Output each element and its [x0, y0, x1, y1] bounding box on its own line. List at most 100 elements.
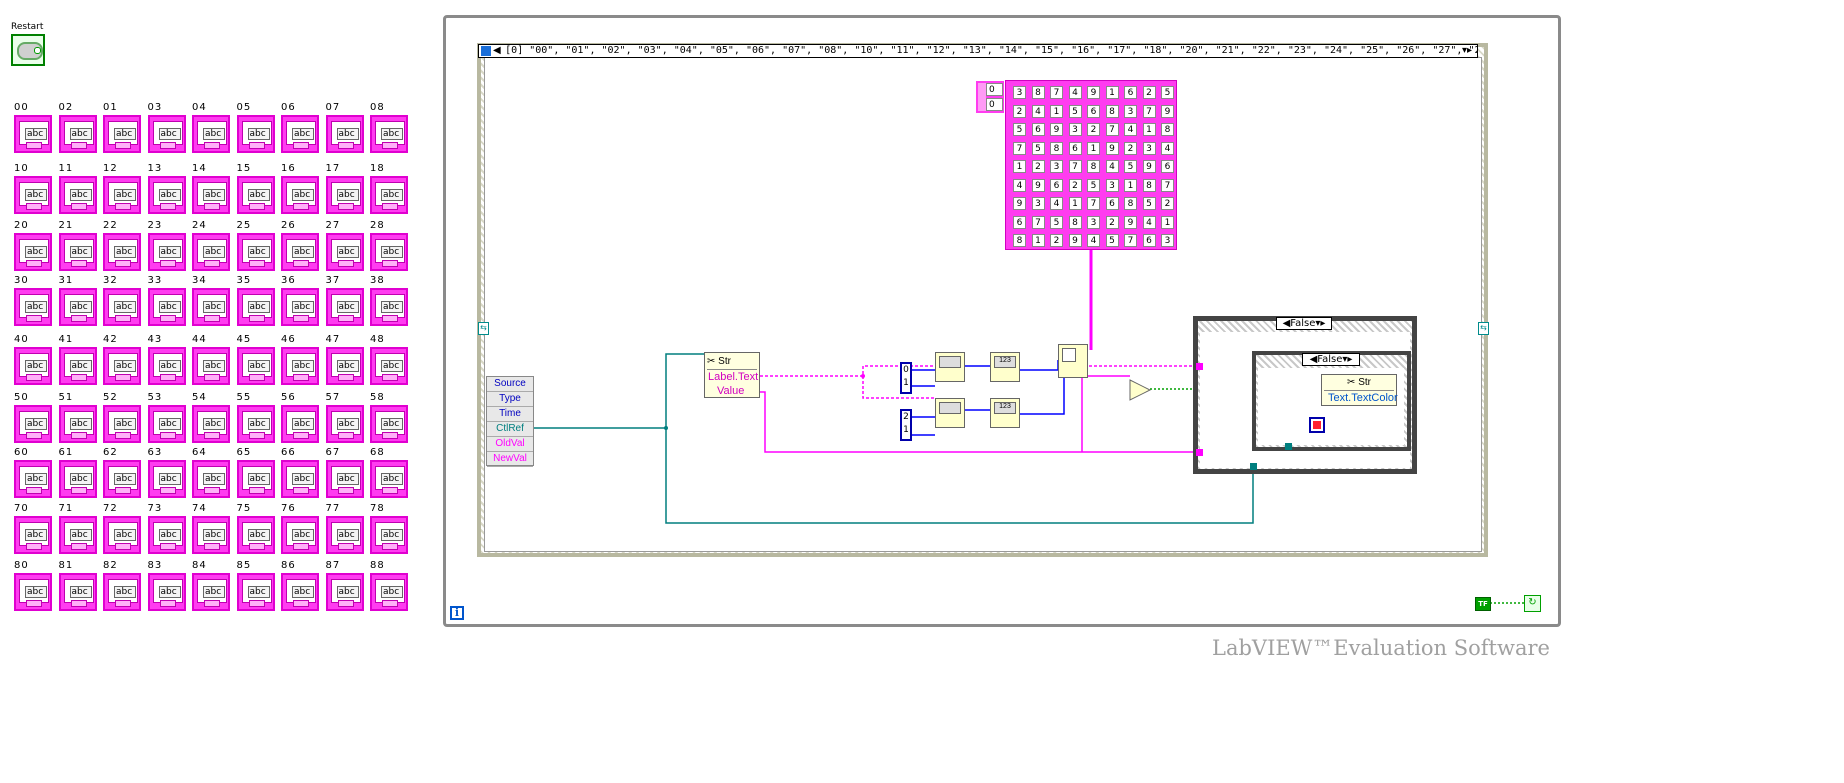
matrix-cell[interactable]: 4 — [1124, 123, 1137, 136]
matrix-cell[interactable]: 6 — [1031, 123, 1045, 136]
matrix-cell[interactable]: 3 — [1087, 215, 1100, 229]
decimal-to-number-node-2[interactable]: 123 — [990, 398, 1020, 428]
matrix-cell[interactable]: 6 — [1013, 215, 1026, 229]
matrix-cell[interactable]: 2 — [1031, 160, 1045, 173]
matrix-cell[interactable]: 6 — [1068, 141, 1082, 155]
sudoku-matrix-constant[interactable]: 3874916252415683795693274187586192341237… — [1005, 80, 1177, 250]
matrix-cell[interactable]: 8 — [1124, 197, 1137, 210]
matrix-cell[interactable]: 7 — [1161, 178, 1174, 192]
matrix-cell[interactable]: 4 — [1142, 215, 1156, 229]
matrix-cell[interactable]: 4 — [1105, 160, 1119, 173]
matrix-cell[interactable]: 5 — [1105, 234, 1119, 247]
matrix-cell[interactable]: 1 — [1050, 104, 1063, 118]
col-index-constants[interactable]: 2 1 — [900, 409, 912, 441]
ref-wire-lower — [665, 428, 1254, 524]
matrix-cell[interactable]: 6 — [1087, 104, 1100, 118]
matrix-cell[interactable]: 4 — [1068, 86, 1082, 99]
matrix-cell[interactable]: 9 — [1124, 215, 1137, 229]
matrix-cell[interactable]: 4 — [1087, 234, 1100, 247]
matrix-col-index[interactable]: 0 — [986, 98, 1003, 111]
color-constant[interactable] — [1309, 417, 1325, 433]
matrix-cell[interactable]: 9 — [1105, 141, 1119, 155]
row-index-constants[interactable]: 0 1 — [900, 362, 912, 394]
case-inner-selector[interactable]: ◀False▾▸ — [1302, 353, 1360, 366]
matrix-cell[interactable]: 5 — [1142, 197, 1156, 210]
matrix-cell[interactable]: 7 — [1087, 197, 1100, 210]
matrix-cell[interactable]: 2 — [1013, 104, 1026, 118]
matrix-cell[interactable]: 2 — [1087, 123, 1100, 136]
matrix-cell[interactable]: 3 — [1124, 104, 1137, 118]
case-outer-selector[interactable]: ◀False▾▸ — [1276, 317, 1332, 330]
matrix-cell[interactable]: 8 — [1050, 141, 1063, 155]
matrix-cell[interactable]: 7 — [1031, 215, 1045, 229]
matrix-cell[interactable]: 6 — [1124, 86, 1137, 99]
matrix-cell[interactable]: 2 — [1142, 86, 1156, 99]
string-subset-node-2[interactable] — [935, 398, 965, 428]
matrix-row-index[interactable]: 0 — [986, 83, 1003, 96]
matrix-cell[interactable]: 8 — [1031, 86, 1045, 99]
matrix-cell[interactable]: 5 — [1050, 215, 1063, 229]
matrix-cell[interactable]: 5 — [1031, 141, 1045, 155]
matrix-cell[interactable]: 6 — [1142, 234, 1156, 247]
matrix-cell[interactable]: 8 — [1142, 178, 1156, 192]
matrix-cell[interactable]: 8 — [1161, 123, 1174, 136]
matrix-cell[interactable]: 9 — [1161, 104, 1174, 118]
matrix-cell[interactable]: 9 — [1087, 86, 1100, 99]
matrix-cell[interactable]: 1 — [1105, 86, 1119, 99]
matrix-cell[interactable]: 1 — [1124, 178, 1137, 192]
matrix-cell[interactable]: 7 — [1013, 141, 1026, 155]
matrix-cell[interactable]: 4 — [1161, 141, 1174, 155]
matrix-cell[interactable]: 4 — [1031, 104, 1045, 118]
matrix-cell[interactable]: 1 — [1068, 197, 1082, 210]
matrix-cell[interactable]: 5 — [1124, 160, 1137, 173]
matrix-cell[interactable]: 6 — [1161, 160, 1174, 173]
matrix-cell[interactable]: 1 — [1161, 215, 1174, 229]
matrix-cell[interactable]: 5 — [1013, 123, 1026, 136]
true-constant[interactable]: TF — [1475, 597, 1491, 611]
matrix-cell[interactable]: 7 — [1050, 86, 1063, 99]
text-color-property-node[interactable]: ✂ Str Text.TextColor — [1321, 374, 1398, 406]
matrix-cell[interactable]: 7 — [1105, 123, 1119, 136]
not-equal-node[interactable] — [1128, 378, 1154, 402]
matrix-cell[interactable]: 8 — [1087, 160, 1100, 173]
matrix-cell[interactable]: 4 — [1013, 178, 1026, 192]
matrix-cell[interactable]: 2 — [1105, 215, 1119, 229]
matrix-cell[interactable]: 2 — [1161, 197, 1174, 210]
matrix-cell[interactable]: 5 — [1068, 104, 1082, 118]
matrix-cell[interactable]: 4 — [1050, 197, 1063, 210]
matrix-cell[interactable]: 3 — [1031, 197, 1045, 210]
matrix-cell[interactable]: 2 — [1124, 141, 1137, 155]
matrix-cell[interactable]: 9 — [1013, 197, 1026, 210]
matrix-cell[interactable]: 2 — [1068, 178, 1082, 192]
matrix-cell[interactable]: 7 — [1068, 160, 1082, 173]
matrix-cell[interactable]: 9 — [1142, 160, 1156, 173]
loop-condition-icon[interactable]: ↻ — [1524, 595, 1541, 612]
matrix-cell[interactable]: 8 — [1105, 104, 1119, 118]
matrix-cell[interactable]: 3 — [1161, 234, 1174, 247]
index-array-node[interactable] — [1058, 344, 1088, 378]
matrix-cell[interactable]: 5 — [1087, 178, 1100, 192]
matrix-cell[interactable]: 9 — [1068, 234, 1082, 247]
matrix-cell[interactable]: 3 — [1068, 123, 1082, 136]
property-node[interactable]: ✂ Str Label.Text Value — [704, 352, 760, 398]
matrix-cell[interactable]: 8 — [1068, 215, 1082, 229]
matrix-cell[interactable]: 7 — [1142, 104, 1156, 118]
matrix-cell[interactable]: 6 — [1105, 197, 1119, 210]
matrix-cell[interactable]: 1 — [1142, 123, 1156, 136]
matrix-cell[interactable]: 3 — [1105, 178, 1119, 192]
matrix-cell[interactable]: 7 — [1124, 234, 1137, 247]
matrix-cell[interactable]: 9 — [1050, 123, 1063, 136]
matrix-cell[interactable]: 3 — [1013, 86, 1026, 99]
string-subset-node-1[interactable] — [935, 352, 965, 382]
matrix-cell[interactable]: 8 — [1013, 234, 1026, 247]
matrix-cell[interactable]: 3 — [1142, 141, 1156, 155]
decimal-to-number-node-1[interactable]: 123 — [990, 352, 1020, 382]
matrix-cell[interactable]: 1 — [1087, 141, 1100, 155]
matrix-cell[interactable]: 5 — [1161, 86, 1174, 99]
matrix-cell[interactable]: 2 — [1050, 234, 1063, 247]
matrix-cell[interactable]: 3 — [1050, 160, 1063, 173]
matrix-cell[interactable]: 1 — [1031, 234, 1045, 247]
matrix-cell[interactable]: 6 — [1050, 178, 1063, 192]
matrix-cell[interactable]: 1 — [1013, 160, 1026, 173]
matrix-cell[interactable]: 9 — [1031, 178, 1045, 192]
